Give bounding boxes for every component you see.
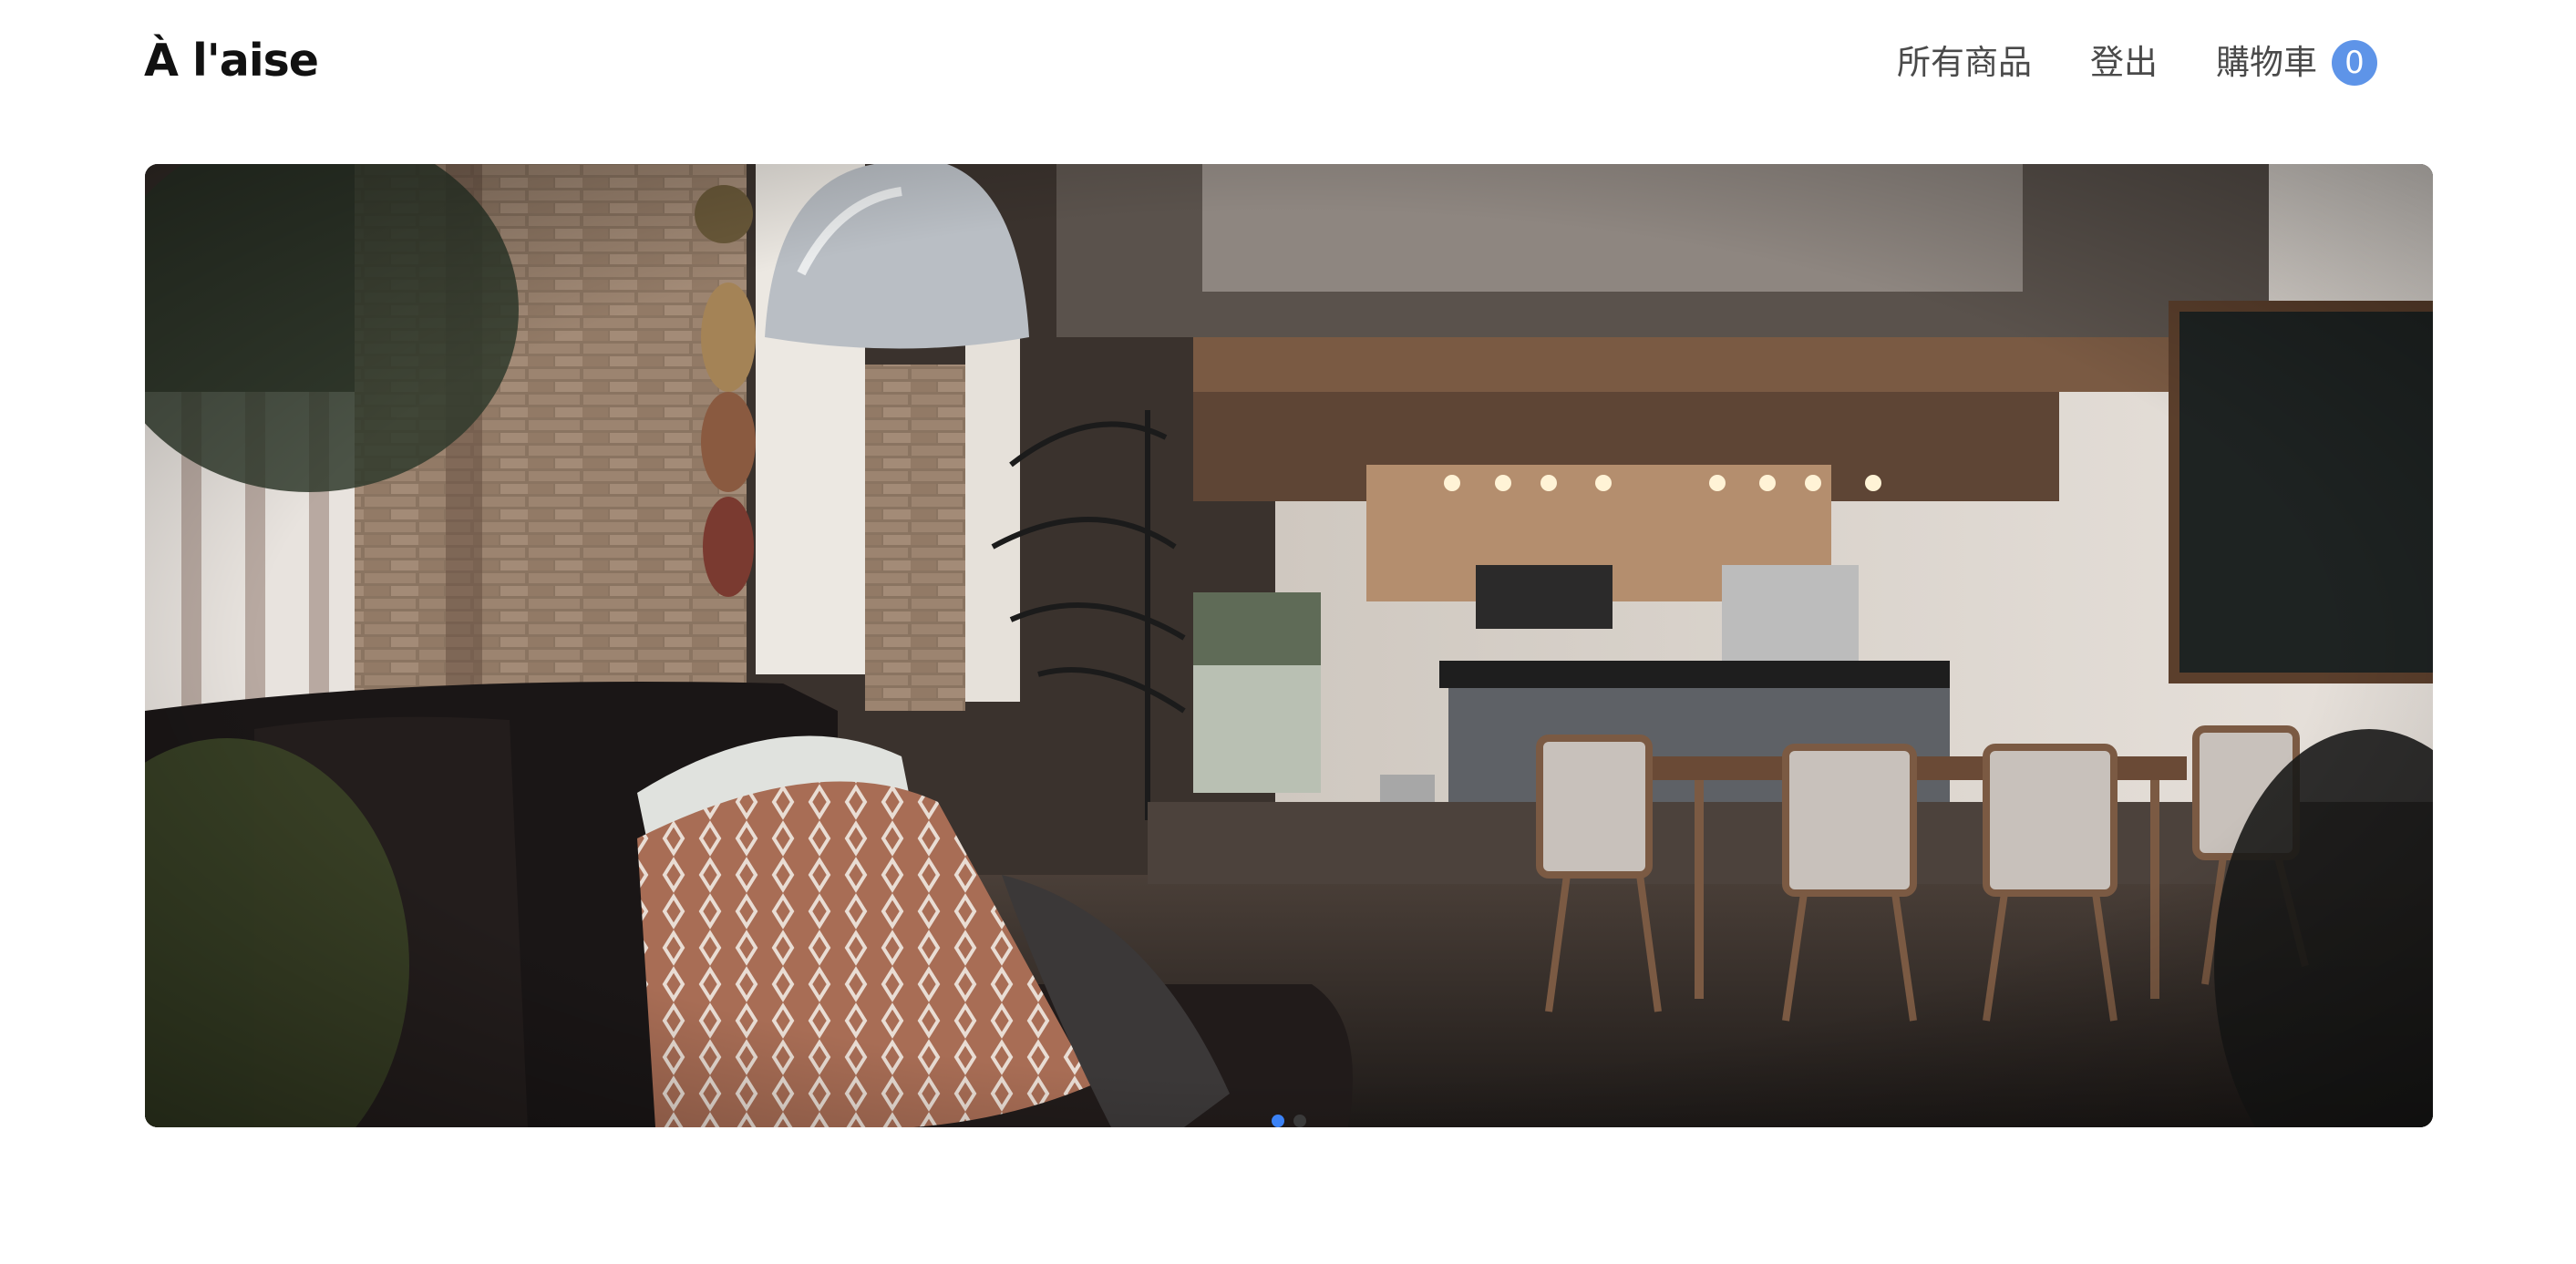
brand-logo[interactable]: À l'aise: [144, 35, 319, 87]
carousel-dot-2[interactable]: [1293, 1115, 1306, 1127]
cart-label: 購物車: [2216, 43, 2317, 82]
main-nav: 所有商品 登出 購物車 0: [1839, 40, 2377, 86]
loft-living-room-image: [145, 164, 2433, 1127]
carousel-indicators: [1272, 1115, 1306, 1127]
nav-cart[interactable]: 購物車 0: [2216, 40, 2377, 86]
carousel-dot-1[interactable]: [1272, 1115, 1284, 1127]
cart-count-badge: 0: [2332, 40, 2377, 86]
top-navbar: À l'aise 所有商品 登出 購物車 0: [0, 0, 2576, 128]
nav-logout[interactable]: 登出: [2090, 40, 2158, 86]
hero-carousel[interactable]: [145, 164, 2433, 1127]
nav-all-products[interactable]: 所有商品: [1897, 40, 2032, 86]
